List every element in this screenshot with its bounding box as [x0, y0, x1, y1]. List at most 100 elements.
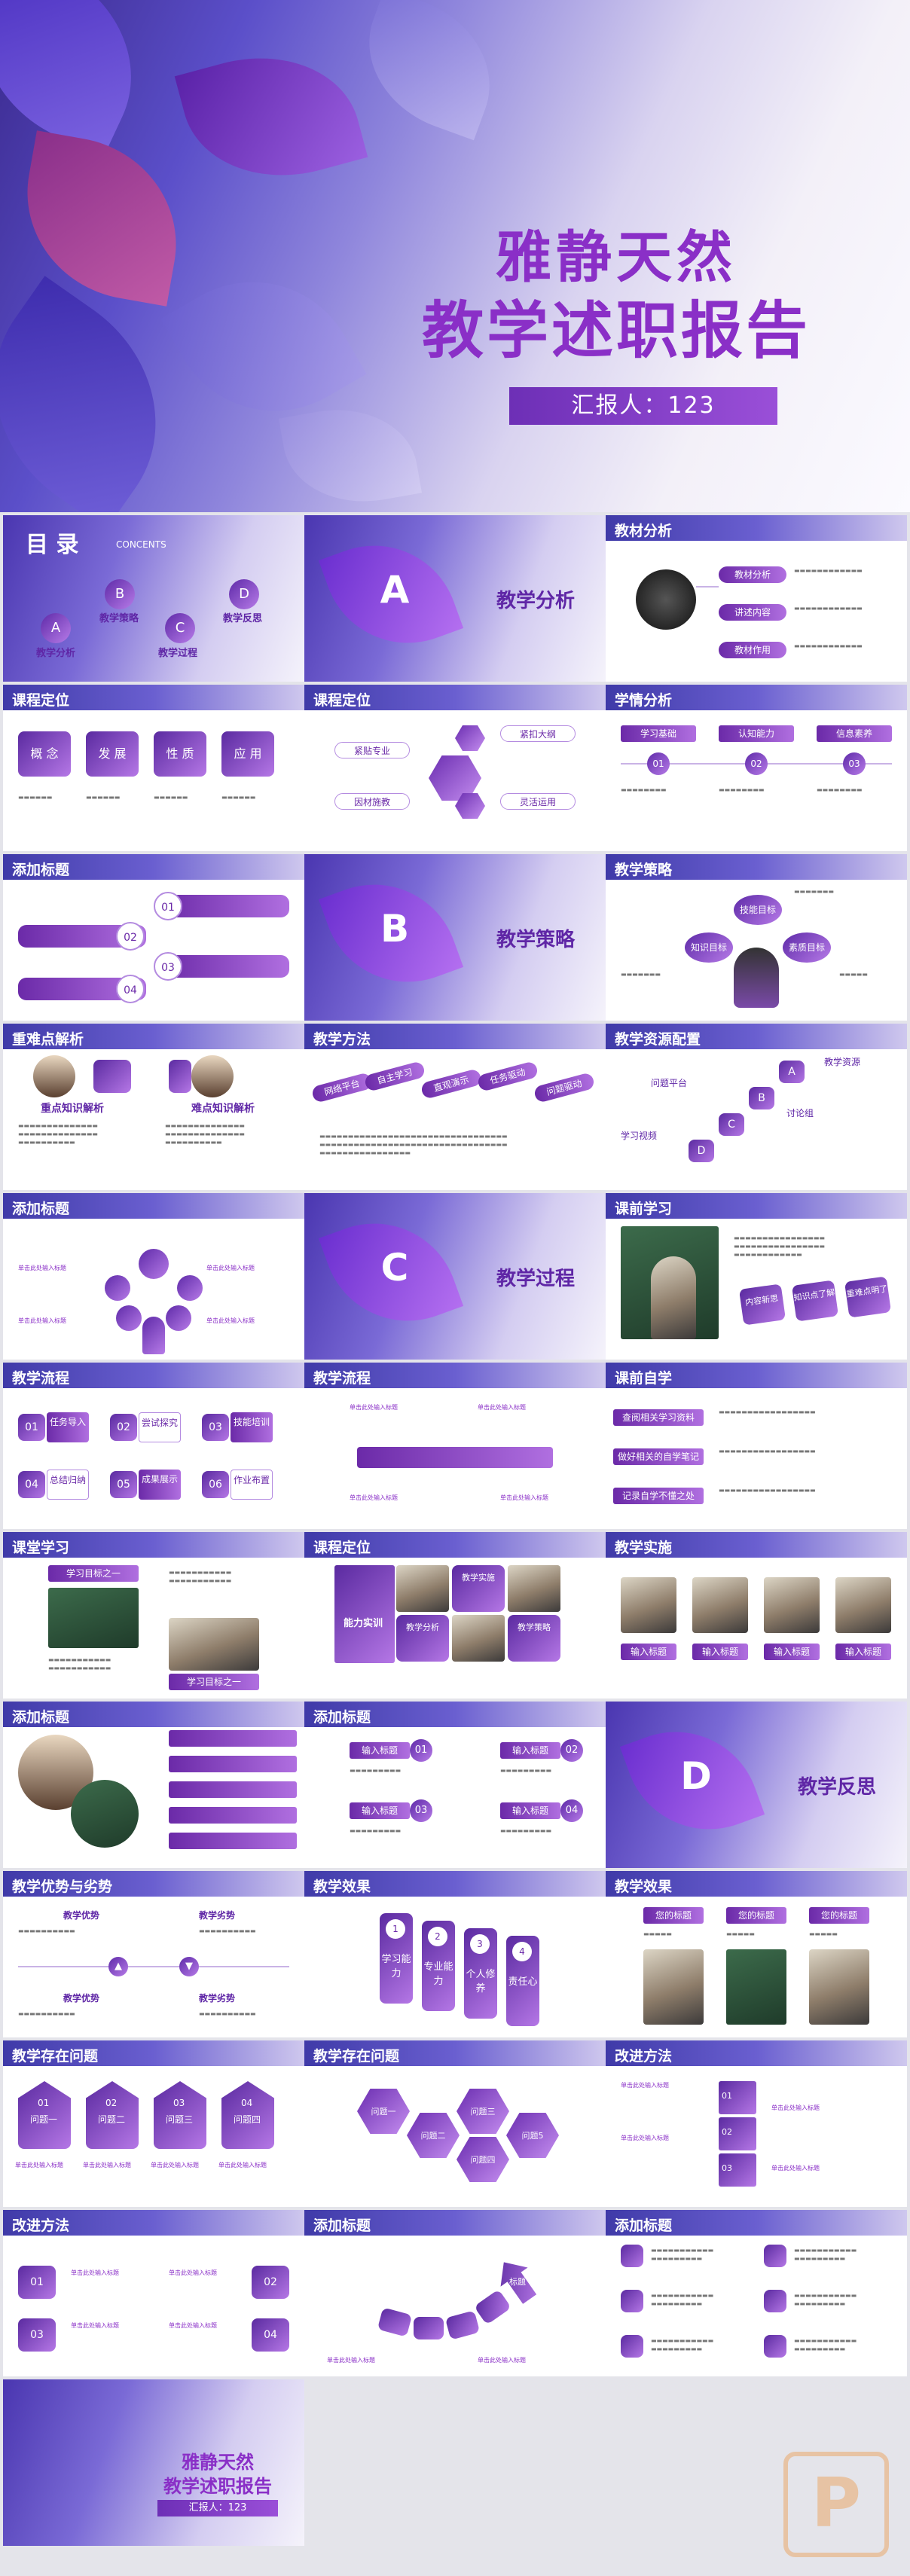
add3-bar [169, 1807, 297, 1824]
slide-problems-2[interactable]: 教学存在问题 问题一 问题二 问题三 问题四 问题5 [304, 2040, 606, 2207]
slide-course-position[interactable]: 课程定位 概 念 发 展 性 质 应 用 ▬▬▬▬▬▬ ▬▬▬▬▬▬ ▬▬▬▬▬… [3, 685, 304, 851]
course3-photo [396, 1565, 449, 1612]
flow2-desc: 单击此处输入标题 [500, 1494, 548, 1501]
slide-title: 教学存在问题 [313, 2048, 400, 2065]
slide-key-points[interactable]: 重难点解析 重点知识解析 难点知识解析 ▬▬▬▬▬▬▬▬▬▬▬▬▬▬ ▬▬▬▬▬▬… [3, 1024, 304, 1190]
slide-implementation[interactable]: 教学实施 输入标题 输入标题 输入标题 输入标题 [606, 1532, 907, 1699]
key-item: 重点知识解析 [41, 1103, 104, 1115]
preclass-teacher [651, 1256, 696, 1339]
add4-item: 输入标题 [350, 1802, 410, 1819]
slide-learning-analysis[interactable]: 学情分析 学习基础 认知能力 信息素养 01 02 03 ▬▬▬▬▬▬▬▬ ▬▬… [606, 685, 907, 851]
improve-desc: 单击此处输入标题 [621, 2082, 669, 2089]
slide-problems[interactable]: 教学存在问题 01 02 03 04 问题一 问题二 问题三 问题四 单击此处输… [3, 2040, 304, 2207]
problem-num: 04 [241, 2098, 253, 2108]
slide-add-title-6[interactable]: 添加标题 ▬▬▬▬▬▬▬▬▬▬▬ ▬▬▬▬▬▬▬▬▬ ▬▬▬▬▬▬▬▬▬▬▬ ▬▬▬… [606, 2210, 907, 2376]
material-desc: ▬▬▬▬▬▬▬▬▬▬▬▬ [794, 567, 863, 574]
classroom-item: 学习目标之一 [169, 1674, 259, 1690]
flow-num: 01 [18, 1414, 45, 1441]
resource-step: D [689, 1140, 714, 1162]
slide-end[interactable]: 雅静天然 教学述职报告 汇报人：123 [3, 2379, 304, 2546]
learning-tab: 认知能力 [719, 725, 794, 742]
problem-hex-label: 问题二 [420, 2131, 446, 2141]
slide-resources[interactable]: 教学资源配置 D C B A 教学资源 问题平台 讨论组 学习视频 [606, 1024, 907, 1190]
slide-pros-cons[interactable]: 教学优势与劣势 ▲ ▼ 教学优势 教学劣势 教学优势 教学劣势 ▬▬▬▬▬▬▬▬… [3, 1871, 304, 2037]
arrow-label: 标题 [509, 2277, 526, 2287]
improve2-num: 02 [252, 2266, 289, 2299]
contents-leaf-c: C [165, 613, 195, 643]
add4-num: 04 [560, 1799, 583, 1822]
slide-header: 添加标题 [304, 1702, 606, 1727]
flow-num: 06 [202, 1471, 229, 1498]
slide-strategy[interactable]: 教学策略 技能目标 知识目标 素质目标 ▬▬▬▬▬▬▬ ▬▬▬▬▬▬▬ ▬▬▬▬… [606, 854, 907, 1021]
slide-add-title-3[interactable]: 添加标题 [3, 1702, 304, 1868]
strategy-desc: ▬▬▬▬▬▬▬ [794, 888, 834, 895]
resource-label: 教学资源 [824, 1057, 861, 1067]
problem-hex-label: 问题三 [470, 2107, 496, 2117]
improve2-desc: 单击此处输入标题 [169, 2269, 217, 2276]
connector-line [696, 586, 719, 588]
slide-section-a[interactable]: A 教学分析 [304, 515, 606, 682]
slide-title: 课程定位 [313, 1540, 371, 1556]
pros-axis [18, 1966, 289, 1967]
slide-effect-2[interactable]: 教学效果 您的标题 您的标题 您的标题 ▬▬▬▬▬ ▬▬▬▬▬ ▬▬▬▬▬ [606, 1871, 907, 2037]
effect-num: 2 [428, 1927, 447, 1946]
slide-method[interactable]: 教学方法 网络平台 自主学习 直观演示 任务驱动 问题驱动 ▬▬▬▬▬▬▬▬▬▬… [304, 1024, 606, 1190]
end-title-line1: 雅静天然 [182, 2452, 254, 2473]
slide-teaching-flow[interactable]: 教学流程 01 任务导入 02 尝试探究 03 技能培训 04 总结归纳 05 … [3, 1363, 304, 1529]
key-desc: ▬▬▬▬▬▬▬▬▬▬▬▬▬▬ ▬▬▬▬▬▬▬▬▬▬▬▬▬▬ ▬▬▬▬▬▬▬▬▬▬ [165, 1122, 245, 1146]
slide-add-title-2[interactable]: 添加标题 单击此处输入标题 单击此处输入标题 单击此处输入标题 单击此处输入标题 [3, 1193, 304, 1360]
add4-item: 输入标题 [500, 1742, 560, 1759]
problem-item: 问题一 [30, 2114, 58, 2125]
leaf-decoration [174, 33, 368, 200]
improve-num: 02 [722, 2127, 732, 2137]
add3-bar [169, 1730, 297, 1747]
self-item: 记录自学不懂之处 [613, 1488, 704, 1504]
section-title: 教学策略 [496, 929, 576, 951]
contents-label-b: 教学策略 [99, 613, 139, 624]
flow-label: 技能培训 [231, 1412, 273, 1442]
preclass-desc: ▬▬▬▬▬▬▬▬▬▬▬▬▬▬▬▬ ▬▬▬▬▬▬▬▬▬▬▬▬▬▬▬▬ ▬▬▬▬▬▬▬▬… [734, 1235, 825, 1258]
slide-add-title-4[interactable]: 添加标题 输入标题 01 输入标题 02 输入标题 03 输入标题 04 ▬▬▬… [304, 1702, 606, 1868]
impl-item: 输入标题 [835, 1644, 891, 1660]
slide-course-position-2[interactable]: 课程定位 紧贴专业 因材施教 紧扣大纲 灵活运用 [304, 685, 606, 851]
course3-main [334, 1565, 395, 1663]
slide-self-study[interactable]: 课前自学 查阅相关学习资料 做好相关的自学笔记 记录自学不懂之处 ▬▬▬▬▬▬▬… [606, 1363, 907, 1529]
flow-num: 03 [202, 1414, 229, 1441]
impl-item: 输入标题 [692, 1644, 748, 1660]
slide-header: 教学实施 [606, 1532, 907, 1558]
slide-course-position-3[interactable]: 课程定位 能力实训 教学实施 教学分析 教学策略 [304, 1532, 606, 1699]
slide-contents[interactable]: 目 录 CONCENTS A 教学分析 B 教学策略 C 教学过程 D 教学反思 [3, 515, 304, 682]
pros-item: 教学优势 [63, 1993, 100, 2004]
step-num: 02 [116, 922, 145, 951]
add4-item: 输入标题 [500, 1802, 560, 1819]
add4-desc: ▬▬▬▬▬▬▬▬▬ [350, 1827, 402, 1834]
slide-pre-class[interactable]: 课前学习 ▬▬▬▬▬▬▬▬▬▬▬▬▬▬▬▬ ▬▬▬▬▬▬▬▬▬▬▬▬▬▬▬▬ ▬▬▬… [606, 1193, 907, 1360]
key-desc: ▬▬▬▬▬▬▬▬▬▬▬▬▬▬ ▬▬▬▬▬▬▬▬▬▬▬▬▬▬ ▬▬▬▬▬▬▬▬▬▬ [18, 1122, 98, 1146]
course3-label: 能力实训 [344, 1618, 383, 1629]
pros-desc: ▬▬▬▬▬▬▬▬▬▬ [199, 1927, 256, 1934]
slide-section-c[interactable]: C 教学过程 [304, 1193, 606, 1360]
slide-improve-2[interactable]: 改进方法 01 02 03 04 单击此处输入标题 单击此处输入标题 单击此处输… [3, 2210, 304, 2376]
slide-header: 课程定位 [304, 1532, 606, 1558]
effect2-item: 您的标题 [726, 1907, 786, 1924]
self-desc: ▬▬▬▬▬▬▬▬▬▬▬▬▬▬▬▬▬ [719, 1448, 816, 1454]
problem-num: 01 [38, 2098, 50, 2108]
slide-teaching-flow-2[interactable]: 教学流程 单击此处输入标题 单击此处输入标题 单击此处输入标题 单击此处输入标题 [304, 1363, 606, 1529]
slide-classroom[interactable]: 课堂学习 学习目标之一 学习目标之一 ▬▬▬▬▬▬▬▬▬▬▬ ▬▬▬▬▬▬▬▬▬▬… [3, 1532, 304, 1699]
add6-desc: ▬▬▬▬▬▬▬▬▬▬▬ ▬▬▬▬▬▬▬▬▬ [651, 2247, 714, 2262]
slide-header: 教学流程 [3, 1363, 304, 1388]
problem-item: 问题三 [166, 2114, 194, 2125]
slide-improve[interactable]: 改进方法 01 02 03 单击此处输入标题 单击此处输入标题 单击此处输入标题… [606, 2040, 907, 2207]
hero-cover-slide[interactable]: 雅静天然 教学述职报告 汇报人：123 [0, 0, 910, 512]
slide-effect[interactable]: 教学效果 学习能力 专业能力 个人修养 责任心 1 2 3 4 [304, 1871, 606, 2037]
strategy-desc: ▬▬▬▬▬ [839, 971, 868, 978]
slide-material[interactable]: 教材分析 教材分析 讲述内容 教材作用 ▬▬▬▬▬▬▬▬▬▬▬▬ ▬▬▬▬▬▬▬… [606, 515, 907, 682]
slide-header: 教学效果 [606, 1871, 907, 1897]
slide-section-b[interactable]: B 教学策略 [304, 854, 606, 1021]
hero-title: 雅静天然 教学述职报告 [405, 225, 827, 367]
course3-box: 教学实施 [452, 1565, 505, 1612]
slide-section-d[interactable]: D 教学反思 [606, 1702, 907, 1868]
section-title: 教学过程 [496, 1268, 576, 1290]
slide-add-title-1[interactable]: 添加标题 01 02 03 04 [3, 854, 304, 1021]
slide-add-title-5[interactable]: 添加标题 标题 单击此处输入标题 单击此处输入标题 [304, 2210, 606, 2376]
